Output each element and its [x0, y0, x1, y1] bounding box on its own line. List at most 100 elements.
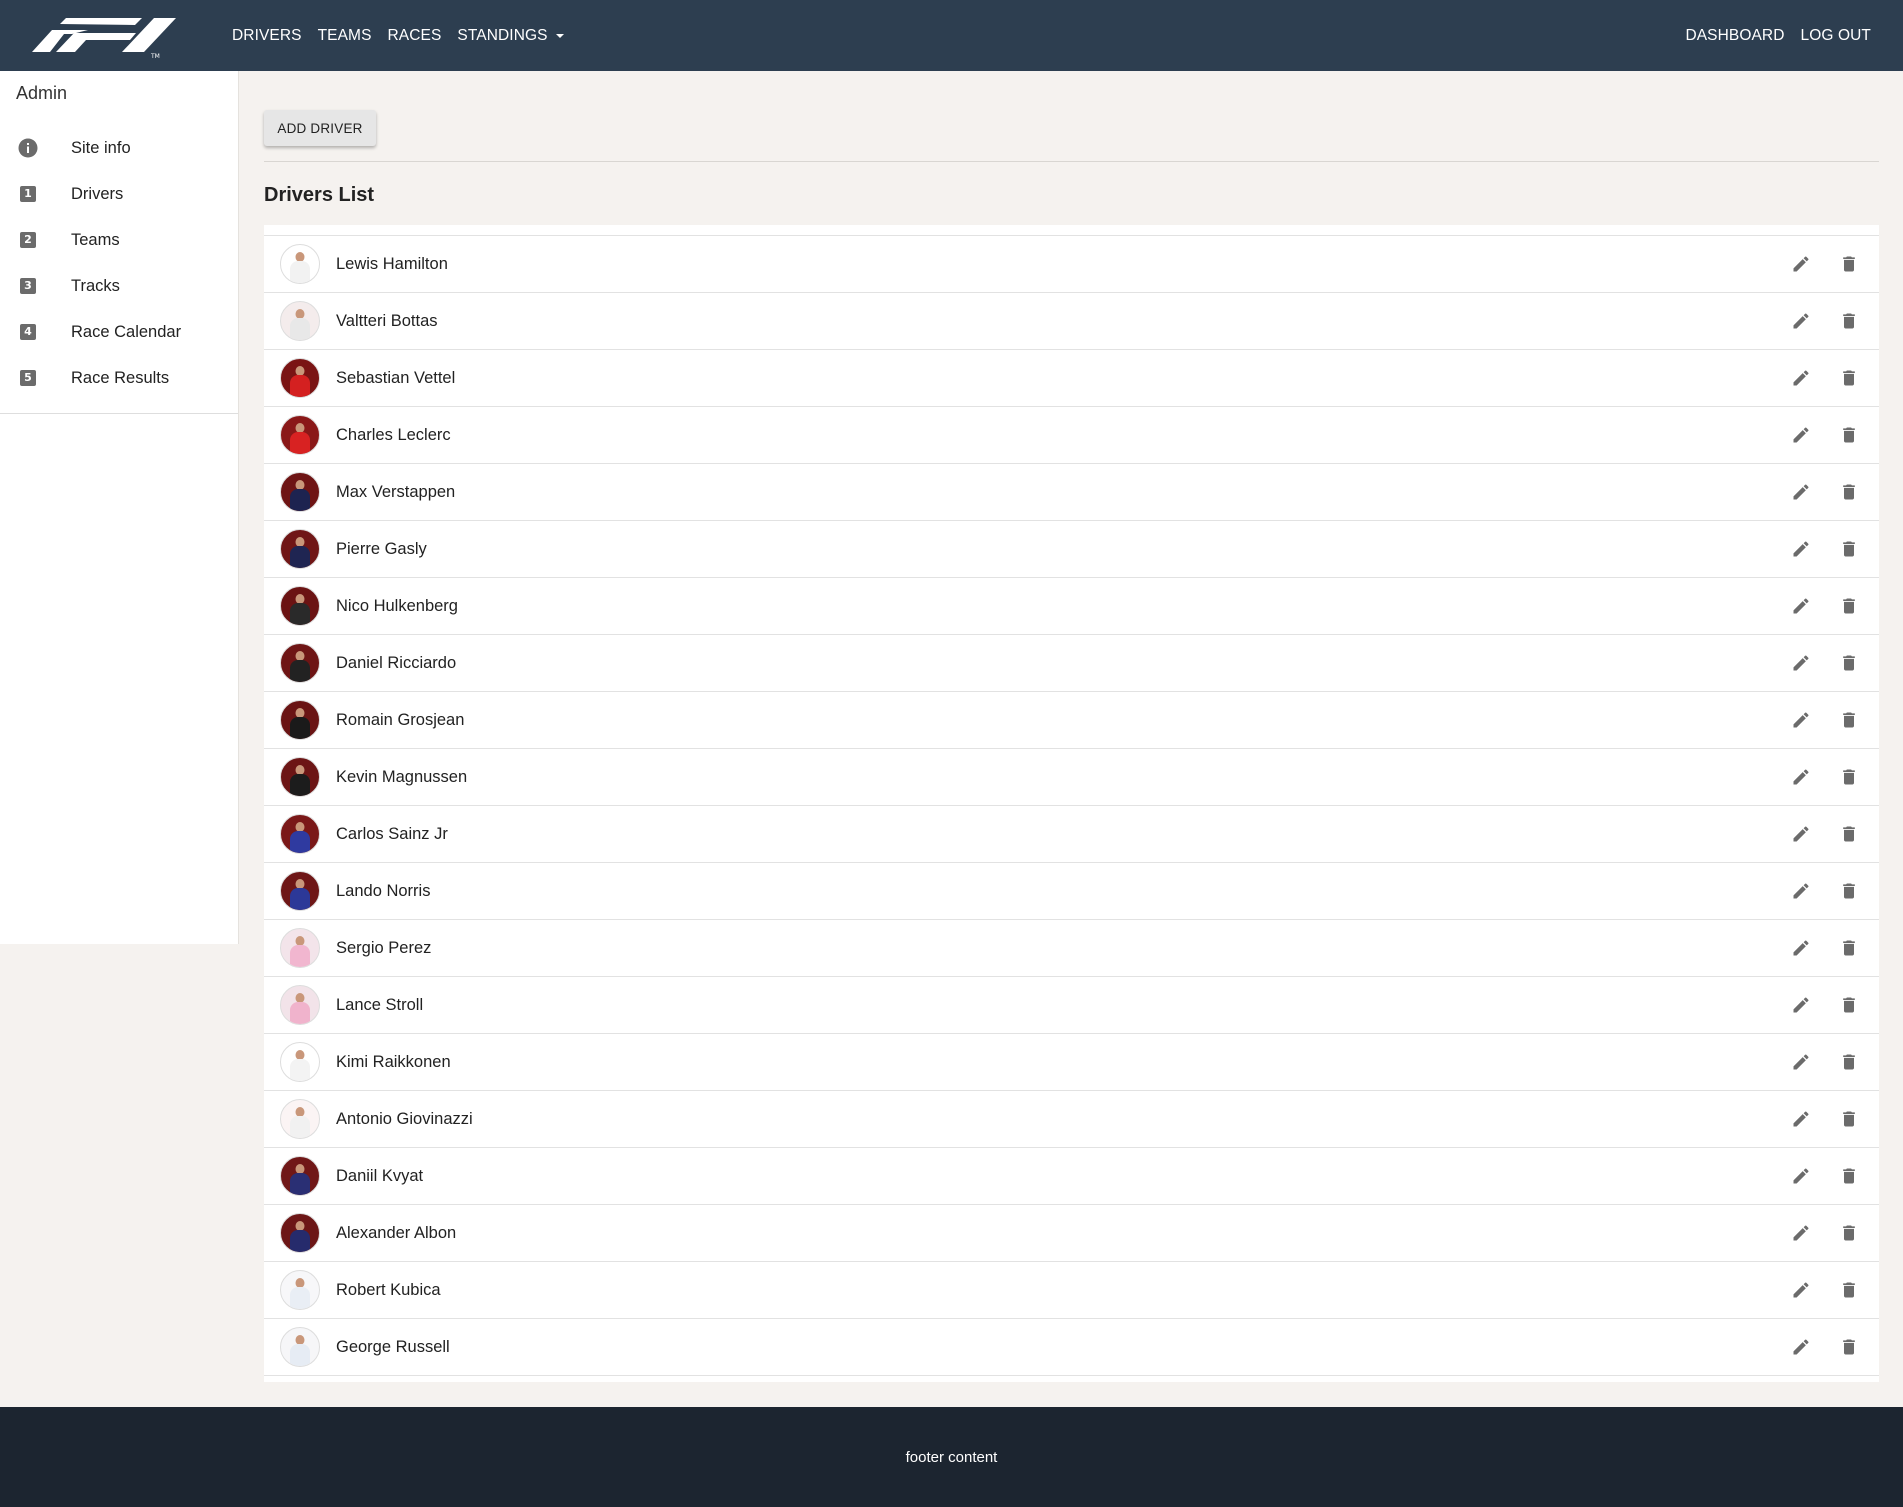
driver-name: Sebastian Vettel [336, 368, 456, 387]
driver-row[interactable]: Alexander Albon [264, 1204, 1879, 1261]
delete-icon[interactable] [1837, 708, 1861, 732]
driver-row[interactable]: Lando Norris [264, 862, 1879, 919]
sidebar-item-label: Race Calendar [71, 322, 182, 341]
sidebar-item-race-calendar[interactable]: 4 Race Calendar [0, 309, 238, 355]
delete-icon[interactable] [1837, 480, 1861, 504]
delete-icon[interactable] [1837, 993, 1861, 1017]
driver-avatar [280, 985, 320, 1025]
nav-logout[interactable]: LOG OUT [1801, 27, 1871, 45]
driver-row[interactable]: Max Verstappen [264, 463, 1879, 520]
delete-icon[interactable] [1837, 879, 1861, 903]
driver-avatar [280, 472, 320, 512]
driver-avatar [280, 814, 320, 854]
edit-icon[interactable] [1789, 366, 1813, 390]
sidebar-item-label: Teams [71, 230, 120, 249]
delete-icon[interactable] [1837, 594, 1861, 618]
edit-icon[interactable] [1789, 1278, 1813, 1302]
driver-row[interactable]: Pierre Gasly [264, 520, 1879, 577]
nav-dashboard[interactable]: DASHBOARD [1685, 27, 1784, 45]
driver-row[interactable]: Nico Hulkenberg [264, 577, 1879, 634]
edit-icon[interactable] [1789, 537, 1813, 561]
delete-icon[interactable] [1837, 1164, 1861, 1188]
edit-icon[interactable] [1789, 822, 1813, 846]
edit-icon[interactable] [1789, 309, 1813, 333]
sidebar-item-race-results[interactable]: 5 Race Results [0, 355, 238, 401]
delete-icon[interactable] [1837, 765, 1861, 789]
driver-row[interactable]: Sebastian Vettel [264, 349, 1879, 406]
edit-icon[interactable] [1789, 708, 1813, 732]
driver-row[interactable]: Carlos Sainz Jr [264, 805, 1879, 862]
driver-row[interactable]: Daniel Ricciardo [264, 634, 1879, 691]
delete-icon[interactable] [1837, 1050, 1861, 1074]
sidebar-item-label: Race Results [71, 368, 170, 387]
driver-row[interactable]: Charles Leclerc [264, 406, 1879, 463]
driver-row[interactable]: Lance Stroll [264, 976, 1879, 1033]
delete-icon[interactable] [1837, 651, 1861, 675]
driver-name: Robert Kubica [336, 1280, 441, 1299]
driver-name: Romain Grosjean [336, 710, 465, 729]
sidebar-item-site-info[interactable]: Site info [0, 125, 238, 171]
delete-icon[interactable] [1837, 252, 1861, 276]
edit-icon[interactable] [1789, 423, 1813, 447]
delete-icon[interactable] [1837, 537, 1861, 561]
nav-standings-dropdown[interactable]: STANDINGS [457, 27, 564, 45]
driver-avatar [280, 1099, 320, 1139]
driver-row[interactable]: Robert Kubica [264, 1261, 1879, 1318]
driver-avatar [280, 358, 320, 398]
driver-row[interactable]: Daniil Kvyat [264, 1147, 1879, 1204]
delete-icon[interactable] [1837, 822, 1861, 846]
delete-icon[interactable] [1837, 1335, 1861, 1359]
admin-sidebar: Admin Site info 1 Drivers 2 Teams 3 Trac… [0, 71, 239, 944]
driver-row[interactable]: Kevin Magnussen [264, 748, 1879, 805]
sidebar-item-drivers[interactable]: 1 Drivers [0, 171, 238, 217]
nav-drivers[interactable]: DRIVERS [232, 27, 302, 45]
edit-icon[interactable] [1789, 594, 1813, 618]
edit-icon[interactable] [1789, 1335, 1813, 1359]
edit-icon[interactable] [1789, 1050, 1813, 1074]
driver-avatar [280, 1156, 320, 1196]
delete-icon[interactable] [1837, 1278, 1861, 1302]
edit-icon[interactable] [1789, 765, 1813, 789]
add-driver-button[interactable]: ADD DRIVER [264, 110, 376, 146]
delete-icon[interactable] [1837, 1221, 1861, 1245]
driver-avatar [280, 415, 320, 455]
delete-icon[interactable] [1837, 936, 1861, 960]
edit-icon[interactable] [1789, 993, 1813, 1017]
nav-teams[interactable]: TEAMS [318, 27, 372, 45]
looks-four-icon: 4 [18, 322, 38, 342]
sidebar-item-tracks[interactable]: 3 Tracks [0, 263, 238, 309]
nav-races[interactable]: RACES [388, 27, 442, 45]
delete-icon[interactable] [1837, 423, 1861, 447]
edit-icon[interactable] [1789, 936, 1813, 960]
driver-row[interactable]: Romain Grosjean [264, 691, 1879, 748]
f1-logo[interactable]: TM [30, 13, 180, 59]
divider [264, 161, 1879, 162]
svg-text:TM: TM [150, 53, 160, 59]
driver-row[interactable]: Sergio Perez [264, 919, 1879, 976]
driver-row[interactable]: Kimi Raikkonen [264, 1033, 1879, 1090]
edit-icon[interactable] [1789, 651, 1813, 675]
driver-name: Max Verstappen [336, 482, 456, 501]
driver-row[interactable]: Antonio Giovinazzi [264, 1090, 1879, 1147]
edit-icon[interactable] [1789, 1107, 1813, 1131]
driver-name: Lando Norris [336, 881, 431, 900]
driver-avatar [280, 1213, 320, 1253]
driver-name: Kimi Raikkonen [336, 1052, 451, 1071]
looks-two-icon: 2 [18, 230, 38, 250]
edit-icon[interactable] [1789, 1164, 1813, 1188]
edit-icon[interactable] [1789, 252, 1813, 276]
edit-icon[interactable] [1789, 879, 1813, 903]
driver-row[interactable]: George Russell [264, 1318, 1879, 1376]
driver-name: Lance Stroll [336, 995, 424, 1014]
edit-icon[interactable] [1789, 480, 1813, 504]
sidebar-item-label: Drivers [71, 184, 124, 203]
driver-row[interactable]: Lewis Hamilton [264, 235, 1879, 292]
delete-icon[interactable] [1837, 309, 1861, 333]
delete-icon[interactable] [1837, 366, 1861, 390]
caret-down-icon [555, 33, 564, 38]
driver-avatar [280, 1270, 320, 1310]
sidebar-item-teams[interactable]: 2 Teams [0, 217, 238, 263]
edit-icon[interactable] [1789, 1221, 1813, 1245]
delete-icon[interactable] [1837, 1107, 1861, 1131]
driver-row[interactable]: Valtteri Bottas [264, 292, 1879, 349]
